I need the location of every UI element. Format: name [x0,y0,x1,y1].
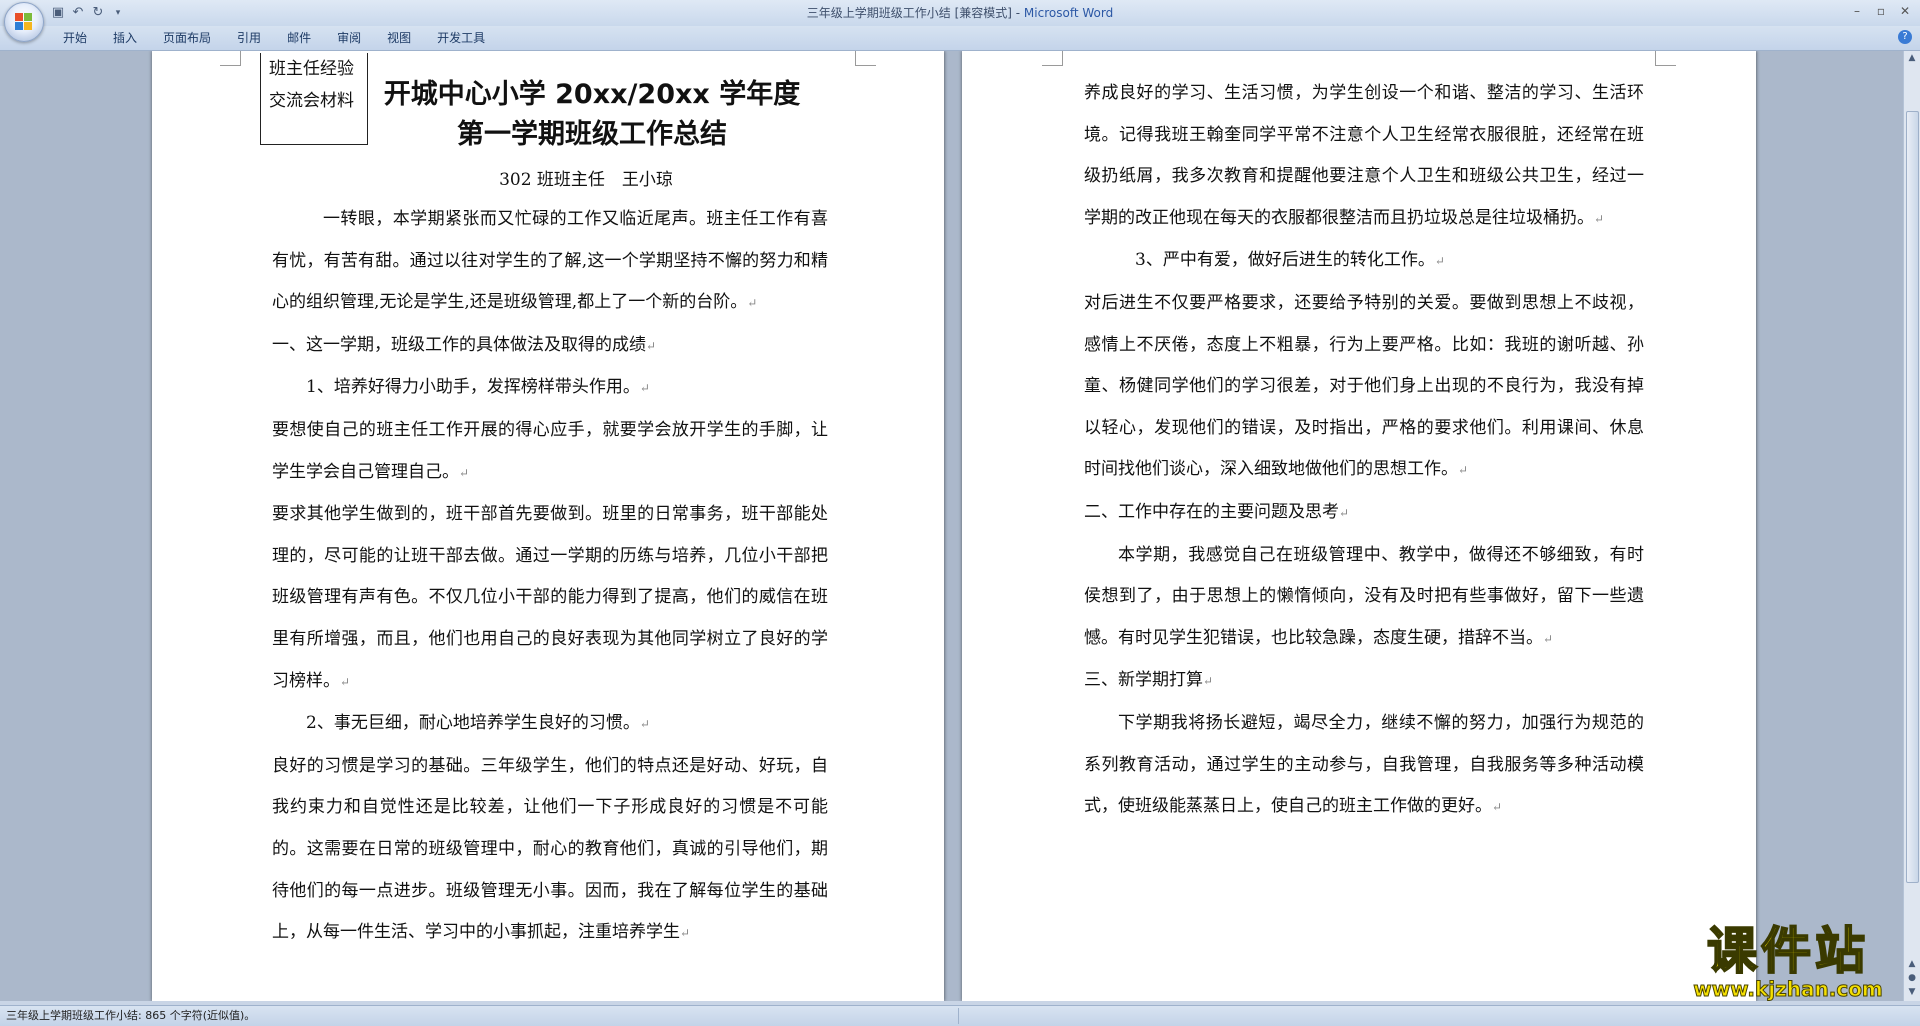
window-controls: – ▫ ✕ [1846,2,1916,20]
paragraph: 要想使自己的班主任工作开展的得心应手，就要学会放开学生的手脚，让学生学会自己管理… [272,419,828,482]
paragraph: 本学期，我感觉自己在班级管理中、教学中，做得还不够细致，有时侯想到了，由于思想上… [1084,544,1644,648]
left-page-body: 一转眼，本学期紧张而又忙碌的工作又临近尾声。班主任工作有喜有忧，有苦有甜。通过以… [272,199,828,955]
window-title: 三年级上学期班级工作小结 [兼容模式] - Microsoft Word [0,4,1920,21]
maximize-icon[interactable]: ▫ [1870,2,1892,20]
minimize-icon[interactable]: – [1846,2,1868,20]
paragraph-mark: ↵ [646,338,657,353]
paragraph: 养成良好的学习、生活习惯，为学生创设一个和谐、整洁的学习、生活环境。记得我班王翰… [1084,83,1644,228]
paragraph-mark: ↵ [1203,674,1214,689]
paragraph-mark: ↵ [1492,800,1503,815]
paragraph: 下学期我将扬长避短，竭尽全力，继续不懈的努力，加强行为规范的系列教育活动，通过学… [1084,712,1644,817]
ribbon-tabs-bar: 开始 插入 页面布局 引用 邮件 审阅 视图 开发工具 ? [0,26,1920,51]
scrollbar-thumb[interactable] [1906,111,1919,883]
vertical-scrollbar[interactable]: ▲ ▲ ● ▼ [1903,51,1920,1001]
section-heading: 一、这一学期，班级工作的具体做法及取得的成绩↵ [272,334,657,355]
text-box[interactable]: 班主任经验 交流会材料 [260,53,368,145]
title-bar: ▣ ↶ ↻ ▾ 三年级上学期班级工作小结 [兼容模式] - Microsoft … [0,0,1920,42]
document-name: 三年级上学期班级工作小结 [兼容模式] - [806,6,1024,20]
tab-developer[interactable]: 开发工具 [424,30,498,46]
author-line: 302 班班主任 王小琼 [499,170,673,190]
paragraph-mark: ↵ [1434,254,1445,269]
status-separator [958,1008,959,1024]
crop-mark [1655,51,1676,66]
crop-mark [220,51,241,66]
box-line: 交流会材料 [269,91,354,111]
section-heading: 三、新学期打算↵ [1084,670,1214,691]
subheading: 3、严中有爱，做好后进生的转化工作。↵ [1135,250,1445,271]
crop-mark [855,51,876,66]
paragraph-mark: ↵ [680,926,691,941]
office-button[interactable] [4,2,44,42]
box-line: 班主任经验 [269,59,354,79]
watermark-title: 课件站 [1706,922,1869,980]
status-text: 三年级上学期班级工作小结: 865 个字符(近似值)。 [6,1009,256,1022]
paragraph-mark: ↵ [1543,631,1554,646]
office-logo-icon [15,13,33,31]
tab-review[interactable]: 审阅 [324,30,374,46]
paragraph-mark: ↵ [459,465,470,480]
paragraph: 对后进生不仅要严格要求，还要给予特别的关爱。要做到思想上不歧视，感情上不厌倦，态… [1084,292,1644,480]
close-icon[interactable]: ✕ [1894,2,1916,20]
tab-view[interactable]: 视图 [374,30,424,46]
app-name: Microsoft Word [1023,6,1114,20]
paragraph-mark: ↵ [1594,211,1605,226]
right-page-body: 养成良好的学习、生活习惯，为学生创设一个和谐、整洁的学习、生活环境。记得我班王翰… [1084,73,1644,829]
paragraph-mark: ↵ [747,296,758,311]
paragraph-mark: ↵ [340,674,351,689]
help-icon[interactable]: ? [1898,30,1912,44]
paragraph: 一转眼，本学期紧张而又忙碌的工作又临近尾声。班主任工作有喜有忧，有苦有甜。通过以… [272,209,828,313]
paragraph: 良好的习惯是学习的基础。三年级学生，他们的特点还是好动、好玩，自我约束力和自觉性… [272,755,828,943]
tab-page-layout[interactable]: 页面布局 [150,30,224,46]
watermark-logo: 课件站 www.kjzhan.com [1668,922,1908,1002]
crop-mark [1042,51,1063,66]
document-page-left[interactable]: 班主任经验 交流会材料 开城中心小学 20xx/20xx 学年度 第一学期班级工… [152,51,944,1001]
document-page-right[interactable]: 养成良好的学习、生活习惯，为学生创设一个和谐、整洁的学习、生活环境。记得我班王翰… [962,51,1756,1001]
scroll-up-icon[interactable]: ▲ [1904,51,1920,65]
subheading: 2、事无巨细，耐心地培养学生良好的习惯。↵ [306,713,650,734]
tab-references[interactable]: 引用 [224,30,274,46]
tab-insert[interactable]: 插入 [100,30,150,46]
title-line: 开城中心小学 20xx/20xx 学年度 [383,79,801,110]
title-line: 第一学期班级工作总结 [457,119,727,150]
paragraph: 要求其他学生做到的，班干部首先要做到。班里的日常事务，班干部能处理的，尽可能的让… [272,504,828,691]
tab-mailings[interactable]: 邮件 [274,30,324,46]
paragraph-mark: ↵ [639,717,650,732]
status-bar: 三年级上学期班级工作小结: 865 个字符(近似值)。 [0,1005,1920,1026]
paragraph-mark: ↵ [1339,505,1350,520]
document-title: 开城中心小学 20xx/20xx 学年度 第一学期班级工作总结 [372,75,812,155]
paragraph-mark: ↵ [639,381,650,396]
section-heading: 二、工作中存在的主要问题及思考↵ [1084,501,1350,522]
watermark-url: www.kjzhan.com [1693,977,1884,1001]
paragraph-mark: ↵ [1458,463,1469,478]
tab-home[interactable]: 开始 [50,30,100,46]
subheading: 1、培养好得力小助手，发挥榜样带头作用。↵ [306,377,650,398]
document-workspace: 班主任经验 交流会材料 开城中心小学 20xx/20xx 学年度 第一学期班级工… [0,51,1904,1001]
